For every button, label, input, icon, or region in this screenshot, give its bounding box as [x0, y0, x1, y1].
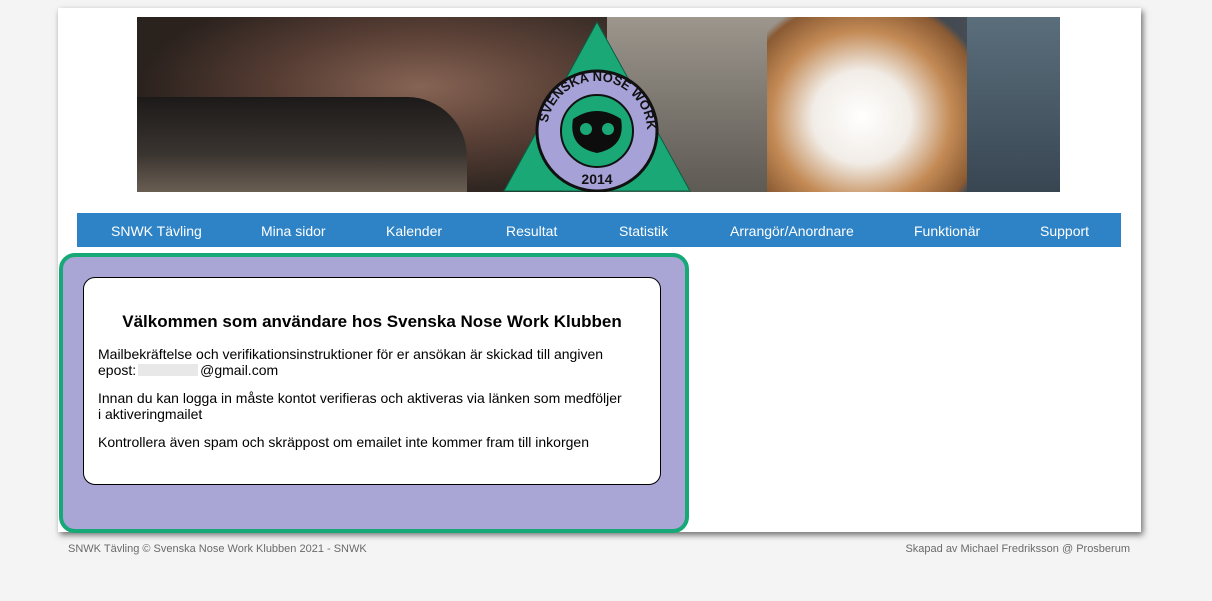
nav-item-statistik[interactable]: Statistik	[619, 223, 668, 239]
header-banner: SVENSKA NOSE WORK KLUBBEN 2014	[137, 17, 1060, 192]
nav-item-arrangor[interactable]: Arrangör/Anordnare	[730, 223, 854, 239]
footer-copyright: SNWK Tävling © Svenska Nose Work Klubben…	[68, 543, 367, 555]
nav-item-snwk-tavling[interactable]: SNWK Tävling	[111, 223, 202, 239]
email-label: epost:	[98, 362, 137, 378]
confirmation-line: Mailbekräftelse och verifikationsinstruk…	[98, 346, 604, 362]
banner-beagle	[767, 17, 977, 192]
welcome-heading: Välkommen som användare hos Svenska Nose…	[122, 312, 622, 331]
activation-text: Innan du kan logga in måste kontot verif…	[98, 390, 646, 422]
welcome-panel: Välkommen som användare hos Svenska Nose…	[59, 253, 689, 533]
nav-item-mina-sidor[interactable]: Mina sidor	[261, 223, 326, 239]
confirmation-text: Mailbekräftelse och verifikationsinstruk…	[98, 346, 646, 378]
nav-item-support[interactable]: Support	[1040, 223, 1089, 239]
activation-line-1: Innan du kan logga in måste kontot verif…	[98, 390, 622, 406]
logo-year: 2014	[581, 171, 612, 187]
main-nav: SNWK Tävling Mina sidor Kalender Resulta…	[77, 213, 1121, 247]
activation-line-2: i aktiveringmailet	[98, 406, 203, 422]
banner-dog-paw	[137, 97, 467, 192]
email-domain: @gmail.com	[200, 362, 279, 378]
footer-credit: Skapad av Michael Fredriksson @ Prosberu…	[905, 543, 1130, 555]
nav-item-resultat[interactable]: Resultat	[506, 223, 557, 239]
nav-item-funktionar[interactable]: Funktionär	[914, 223, 980, 239]
banner-background	[967, 17, 1060, 192]
redacted-email	[138, 364, 199, 376]
welcome-card: Välkommen som användare hos Svenska Nose…	[83, 277, 661, 485]
snwk-logo: SVENSKA NOSE WORK KLUBBEN 2014	[502, 19, 691, 192]
nav-item-kalender[interactable]: Kalender	[386, 223, 442, 239]
spam-notice: Kontrollera även spam och skräppost om e…	[98, 434, 589, 450]
